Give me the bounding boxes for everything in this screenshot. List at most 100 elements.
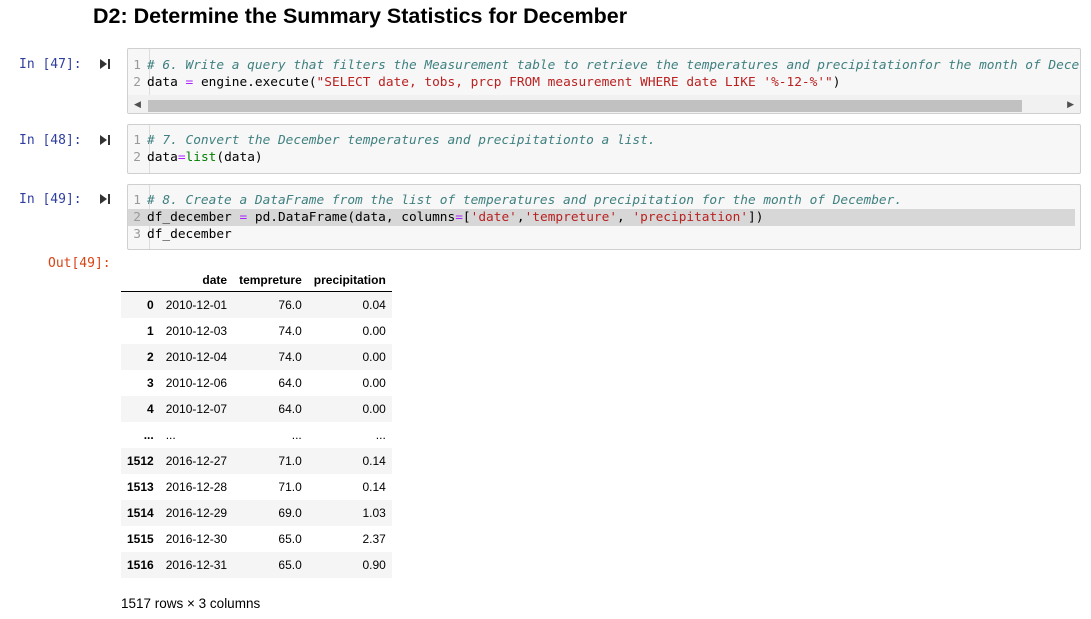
code-token: # 7. Convert the December temperatures a… bbox=[147, 133, 656, 148]
table-row: 1512 2016-12-27 71.0 0.14 bbox=[121, 448, 392, 474]
tempreture-cell: ... bbox=[291, 428, 302, 442]
table-row: 3 2010-12-06 64.0 0.00 bbox=[121, 370, 392, 396]
code-token: = bbox=[455, 210, 463, 225]
row-index: 1514 bbox=[127, 506, 154, 520]
code-token: df_december bbox=[147, 210, 240, 225]
line-number: 1 bbox=[133, 193, 141, 208]
date-cell: 2016-12-27 bbox=[165, 454, 228, 468]
code-line: 1 # 6. Write a query that filters the Mea… bbox=[128, 57, 1079, 74]
code-token: engine.execute( bbox=[193, 75, 317, 90]
code-token: ) bbox=[832, 75, 841, 90]
tempreture-cell: 64.0 bbox=[278, 402, 302, 416]
table-row: 4 2010-12-07 64.0 0.00 bbox=[121, 396, 392, 422]
tempreture-cell: 65.0 bbox=[278, 532, 302, 546]
line-number: 2 bbox=[133, 150, 141, 165]
precipitation-cell: 0.90 bbox=[362, 558, 386, 572]
precipitation-cell: 0.00 bbox=[362, 376, 386, 390]
horizontal-scrollbar[interactable]: ◀ ▶ bbox=[128, 95, 1080, 113]
code-line: 2 data=list(data) bbox=[128, 149, 263, 166]
precipitation-cell: 2.37 bbox=[362, 532, 386, 546]
tempreture-cell: 74.0 bbox=[278, 350, 302, 364]
table-row: 1514 2016-12-29 69.0 1.03 bbox=[121, 500, 392, 526]
date-cell: 2010-12-01 bbox=[165, 298, 228, 312]
code-line: 1 # 8. Create a DataFrame from the list o… bbox=[128, 192, 902, 209]
date-cell: 2010-12-06 bbox=[165, 376, 228, 390]
date-cell: 2016-12-29 bbox=[165, 506, 228, 520]
row-index: ... bbox=[143, 428, 154, 442]
code-token: = bbox=[177, 150, 186, 165]
code-token: , bbox=[516, 210, 525, 225]
code-token: (data) bbox=[216, 150, 263, 165]
row-index: 1513 bbox=[127, 480, 154, 494]
tempreture-cell: 76.0 bbox=[278, 298, 302, 312]
input-prompt: In [47]: bbox=[19, 57, 82, 72]
code-token: data bbox=[147, 75, 186, 90]
section-heading: D2: Determine the Summary Statistics for… bbox=[93, 4, 628, 28]
code-cell-47[interactable]: 1 # 6. Write a query that filters the Mea… bbox=[127, 48, 1081, 114]
line-number: 2 bbox=[133, 210, 141, 225]
row-index: 1512 bbox=[127, 454, 154, 468]
code-token: data bbox=[147, 150, 178, 165]
tempreture-cell: 71.0 bbox=[278, 454, 302, 468]
code-token: 'date' bbox=[470, 210, 517, 225]
code-token: pd.DataFrame(data, columns bbox=[247, 210, 456, 225]
date-cell: 2010-12-03 bbox=[165, 324, 228, 338]
table-header-row: date tempreture precipitation bbox=[121, 269, 392, 292]
precipitation-cell: 0.00 bbox=[362, 402, 386, 416]
row-index: 3 bbox=[147, 376, 154, 390]
tempreture-cell: 71.0 bbox=[278, 480, 302, 494]
run-cell-icon[interactable] bbox=[99, 58, 111, 70]
table-row: ............ bbox=[121, 422, 392, 448]
table-row: 1515 2016-12-30 65.0 2.37 bbox=[121, 526, 392, 552]
column-header: precipitation bbox=[307, 269, 392, 292]
code-line: 2 df_december = pd.DataFrame(data, column… bbox=[128, 209, 1075, 226]
scrollbar-thumb[interactable] bbox=[148, 100, 1022, 112]
date-cell: 2010-12-04 bbox=[165, 350, 228, 364]
code-token: # 8. Create a DataFrame from the list of… bbox=[147, 193, 903, 208]
table-row: 1516 2016-12-31 65.0 0.90 bbox=[121, 552, 392, 578]
line-number: 1 bbox=[133, 133, 141, 148]
code-token: , bbox=[617, 210, 633, 225]
precipitation-cell: ... bbox=[375, 428, 386, 442]
column-header: date bbox=[159, 269, 234, 292]
line-number: 3 bbox=[133, 227, 141, 242]
row-index: 0 bbox=[147, 298, 154, 312]
table-row: 0 2010-12-01 76.0 0.04 bbox=[121, 291, 392, 318]
tempreture-cell: 74.0 bbox=[278, 324, 302, 338]
input-prompt: In [49]: bbox=[19, 192, 82, 207]
output-prompt: Out[49]: bbox=[48, 256, 111, 271]
date-cell: 2010-12-07 bbox=[165, 402, 228, 416]
table-row: 2 2010-12-04 74.0 0.00 bbox=[121, 344, 392, 370]
precipitation-cell: 0.14 bbox=[362, 454, 386, 468]
scroll-left-icon[interactable]: ◀ bbox=[134, 99, 141, 110]
column-header: tempreture bbox=[233, 269, 308, 292]
code-line: 2 data = engine.execute("SELECT date, tob… bbox=[128, 74, 840, 91]
precipitation-cell: 0.14 bbox=[362, 480, 386, 494]
row-index: 1516 bbox=[127, 558, 154, 572]
input-prompt: In [48]: bbox=[19, 133, 82, 148]
code-token: = bbox=[239, 210, 248, 225]
dataframe-table: date tempreture precipitation 0 2010-12-0… bbox=[121, 269, 392, 578]
table-row: 1 2010-12-03 74.0 0.00 bbox=[121, 318, 392, 344]
row-index: 2 bbox=[147, 350, 154, 364]
code-token: # 6. Write a query that filters the Meas… bbox=[147, 58, 1080, 73]
run-cell-icon[interactable] bbox=[99, 134, 111, 146]
code-token: list bbox=[185, 150, 217, 165]
line-number: 2 bbox=[133, 75, 141, 90]
tempreture-cell: 64.0 bbox=[278, 376, 302, 390]
code-token: "SELECT date, tobs, prcp FROM measuremen… bbox=[316, 75, 833, 90]
code-line: 3 df_december bbox=[128, 226, 232, 243]
row-index: 1 bbox=[147, 324, 154, 338]
code-cell-48[interactable]: 1 # 7. Convert the December temperatures … bbox=[127, 124, 1081, 174]
precipitation-cell: 0.00 bbox=[362, 350, 386, 364]
row-index: 4 bbox=[147, 402, 154, 416]
precipitation-cell: 0.04 bbox=[362, 298, 386, 312]
code-token: df_december bbox=[147, 227, 232, 242]
run-cell-icon[interactable] bbox=[99, 193, 111, 205]
code-cell-49[interactable]: 1 # 8. Create a DataFrame from the list o… bbox=[127, 184, 1081, 250]
code-token: 'precipitation' bbox=[632, 210, 749, 225]
line-number: 1 bbox=[133, 58, 141, 73]
scroll-right-icon[interactable]: ▶ bbox=[1067, 99, 1074, 110]
precipitation-cell: 1.03 bbox=[362, 506, 386, 520]
tempreture-cell: 65.0 bbox=[278, 558, 302, 572]
